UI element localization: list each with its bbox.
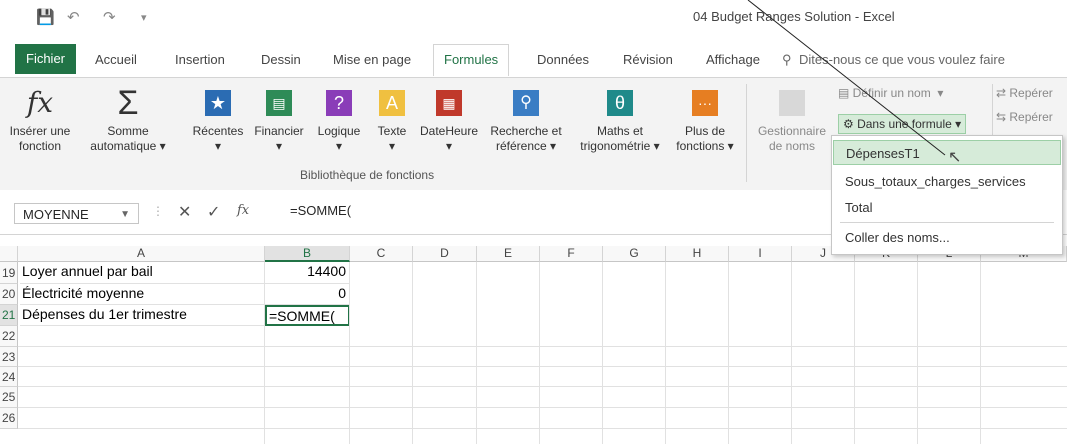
callout-line <box>747 0 946 156</box>
